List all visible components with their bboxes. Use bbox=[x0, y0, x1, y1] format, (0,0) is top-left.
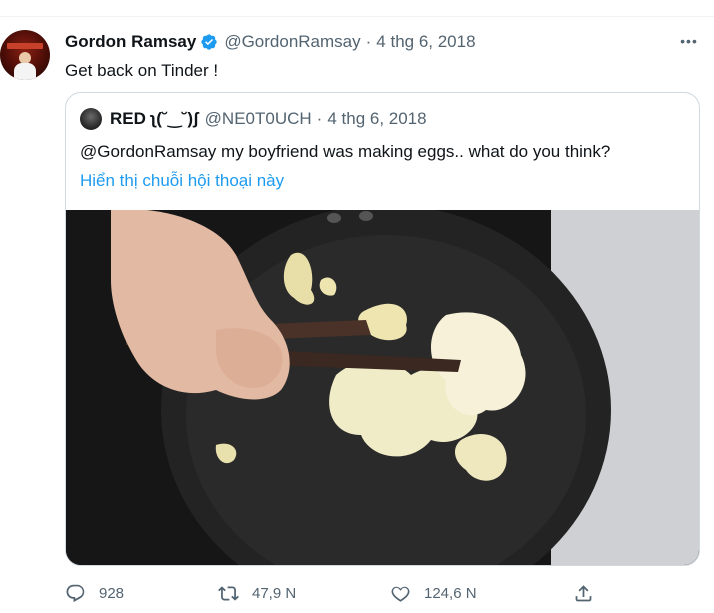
like-count: 124,6 N bbox=[424, 584, 477, 602]
author-avatar[interactable] bbox=[0, 30, 50, 80]
retweet-button[interactable]: 47,9 N bbox=[218, 580, 296, 606]
more-dots-icon[interactable]: ••• bbox=[677, 32, 701, 50]
verified-badge-icon bbox=[201, 34, 217, 50]
quoted-author-name[interactable]: RED ʅ(˘‿˘)ʃ bbox=[110, 108, 199, 130]
reply-button[interactable]: 928 bbox=[65, 580, 124, 606]
share-icon bbox=[575, 584, 592, 601]
eggs-in-pan-photo bbox=[66, 210, 699, 565]
tweet-header: Gordon Ramsay @GordonRamsay · 4 thg 6, 2… bbox=[65, 31, 476, 53]
like-button[interactable]: 124,6 N bbox=[390, 580, 477, 606]
author-handle[interactable]: @GordonRamsay bbox=[224, 31, 360, 53]
author-name[interactable]: Gordon Ramsay bbox=[65, 31, 196, 53]
quoted-media-image[interactable] bbox=[66, 210, 699, 565]
avatar-body bbox=[14, 63, 36, 80]
heart-icon bbox=[391, 586, 410, 602]
retweet-icon bbox=[218, 585, 239, 601]
quoted-tweet[interactable]: RED ʅ(˘‿˘)ʃ @NE0T0UCH · 4 thg 6, 2018 @G… bbox=[65, 92, 700, 566]
tweet-date[interactable]: 4 thg 6, 2018 bbox=[376, 31, 475, 53]
quoted-separator-dot: · bbox=[316, 109, 323, 128]
retweet-count: 47,9 N bbox=[252, 584, 297, 602]
divider bbox=[0, 16, 714, 17]
separator-dot: · bbox=[365, 32, 372, 51]
quoted-author-handle[interactable]: @NE0T0UCH bbox=[205, 108, 312, 130]
quoted-avatar[interactable] bbox=[80, 108, 102, 130]
reply-count: 928 bbox=[99, 584, 125, 602]
quoted-date[interactable]: 4 thg 6, 2018 bbox=[327, 108, 426, 130]
show-thread-link[interactable]: Hiển thị chuỗi hội thoại này bbox=[80, 169, 284, 193]
quoted-header: RED ʅ(˘‿˘)ʃ @NE0T0UCH · 4 thg 6, 2018 bbox=[80, 108, 427, 130]
quoted-text: @GordonRamsay my boyfriend was making eg… bbox=[80, 142, 611, 161]
avatar-sign bbox=[7, 43, 43, 49]
tweet-text: Get back on Tinder ! bbox=[65, 61, 219, 80]
reply-icon bbox=[66, 584, 85, 602]
share-button[interactable] bbox=[573, 580, 607, 606]
tweet-actions: 928 47,9 N 124,6 N bbox=[65, 580, 605, 606]
